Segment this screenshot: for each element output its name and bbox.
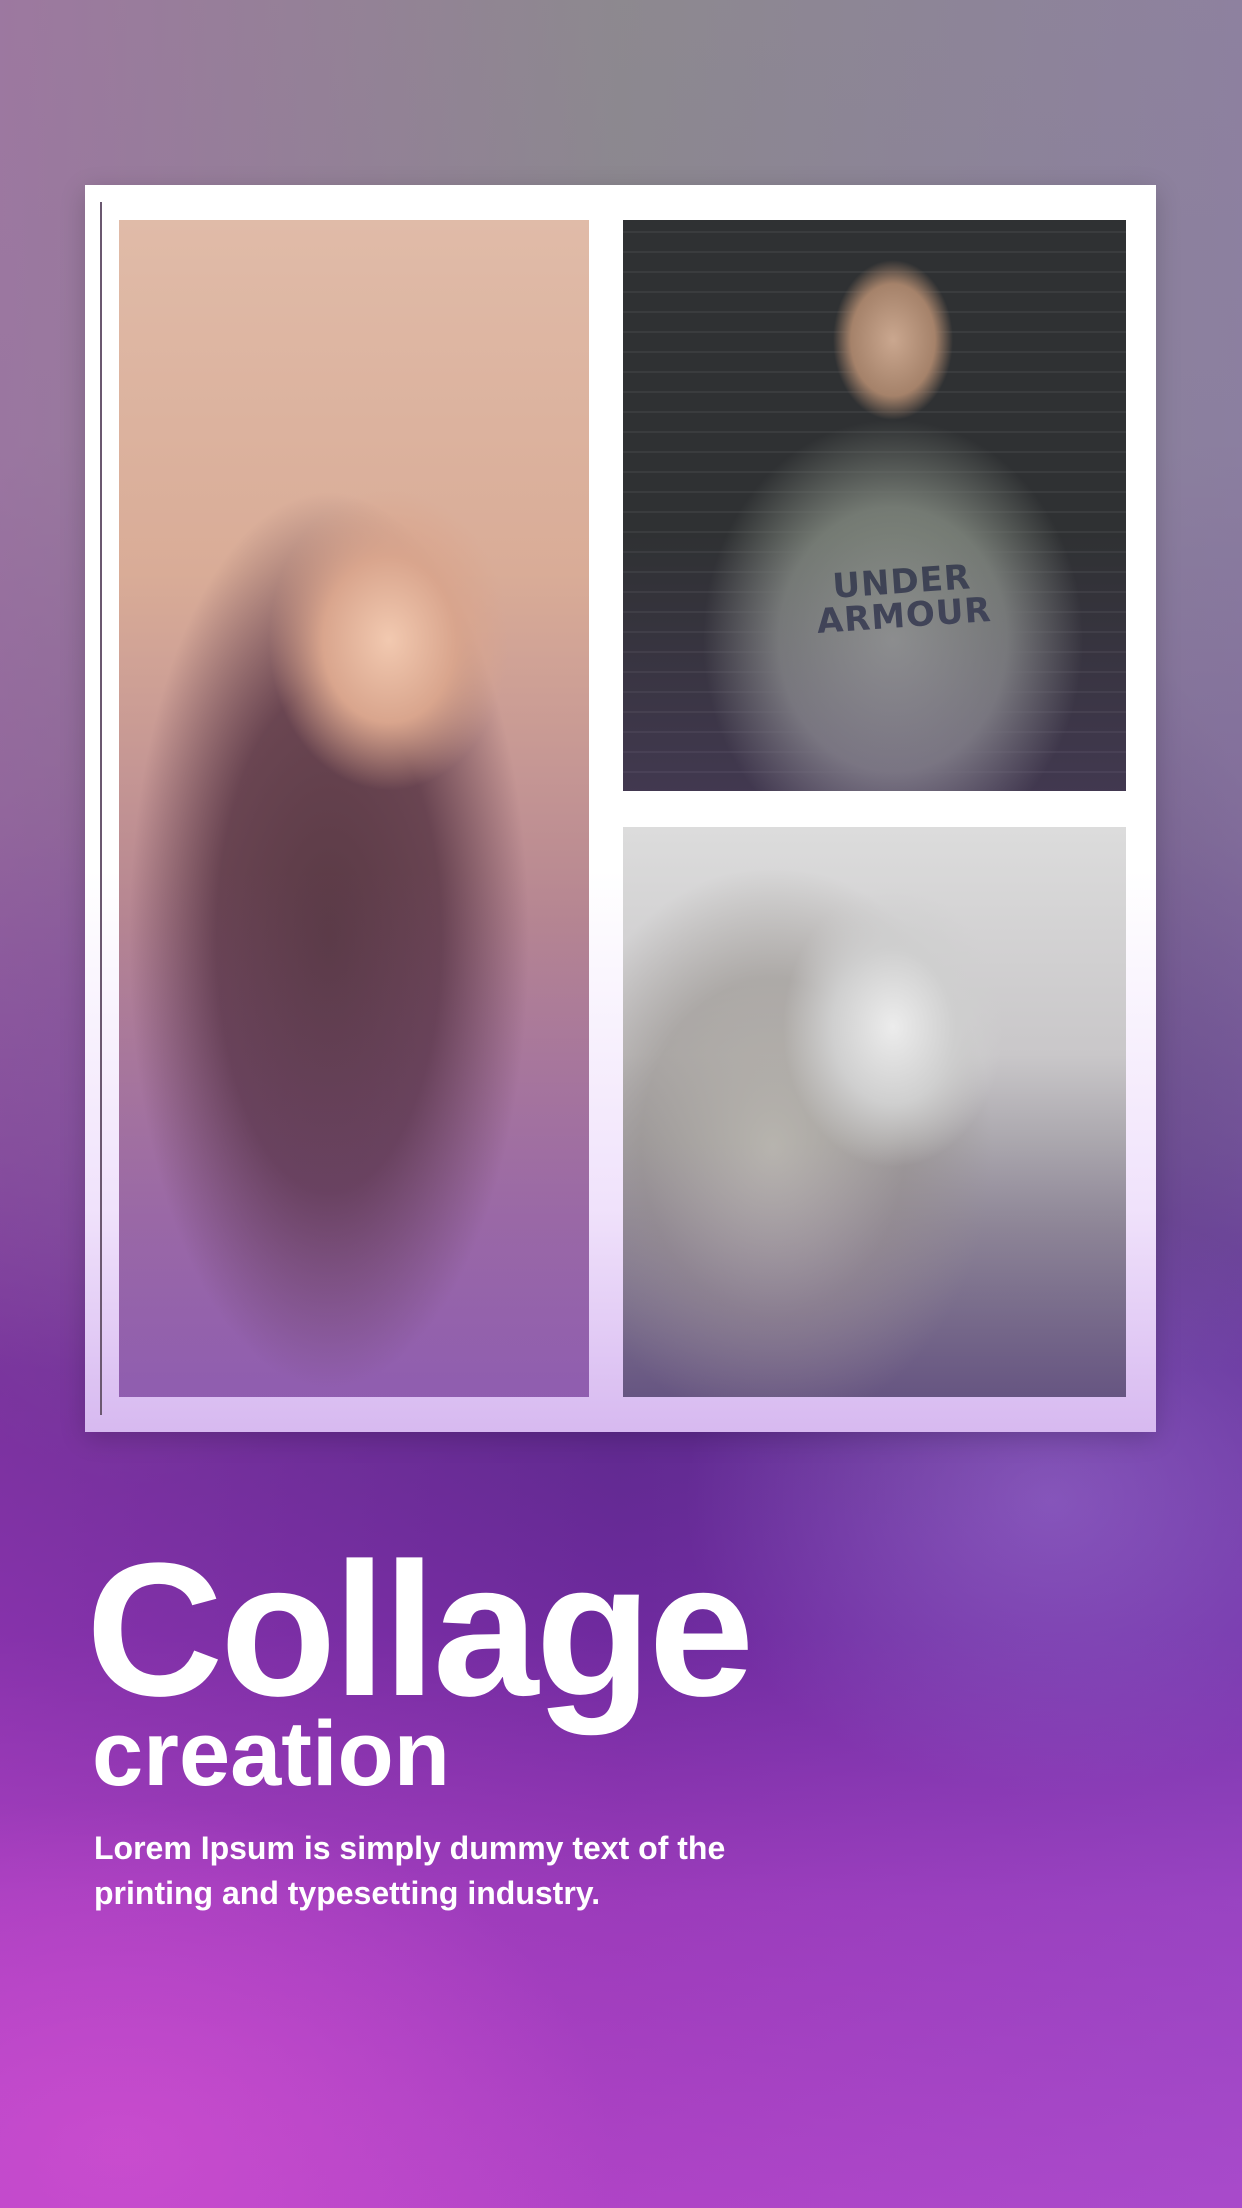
sweatshirt-logo-text: UNDER ARMOUR (815, 557, 993, 643)
headline-description: Lorem Ipsum is simply dummy text of the … (94, 1830, 726, 1911)
collage-photo-bottom-right[interactable] (623, 827, 1126, 1397)
collage-photo-left[interactable] (119, 220, 589, 1397)
frame-edge-line (100, 202, 102, 1415)
headline-subtitle: creation (92, 1703, 450, 1805)
headline-title: Collage (86, 1524, 754, 1736)
collage-photo-top-right[interactable]: UNDER ARMOUR (623, 220, 1126, 791)
